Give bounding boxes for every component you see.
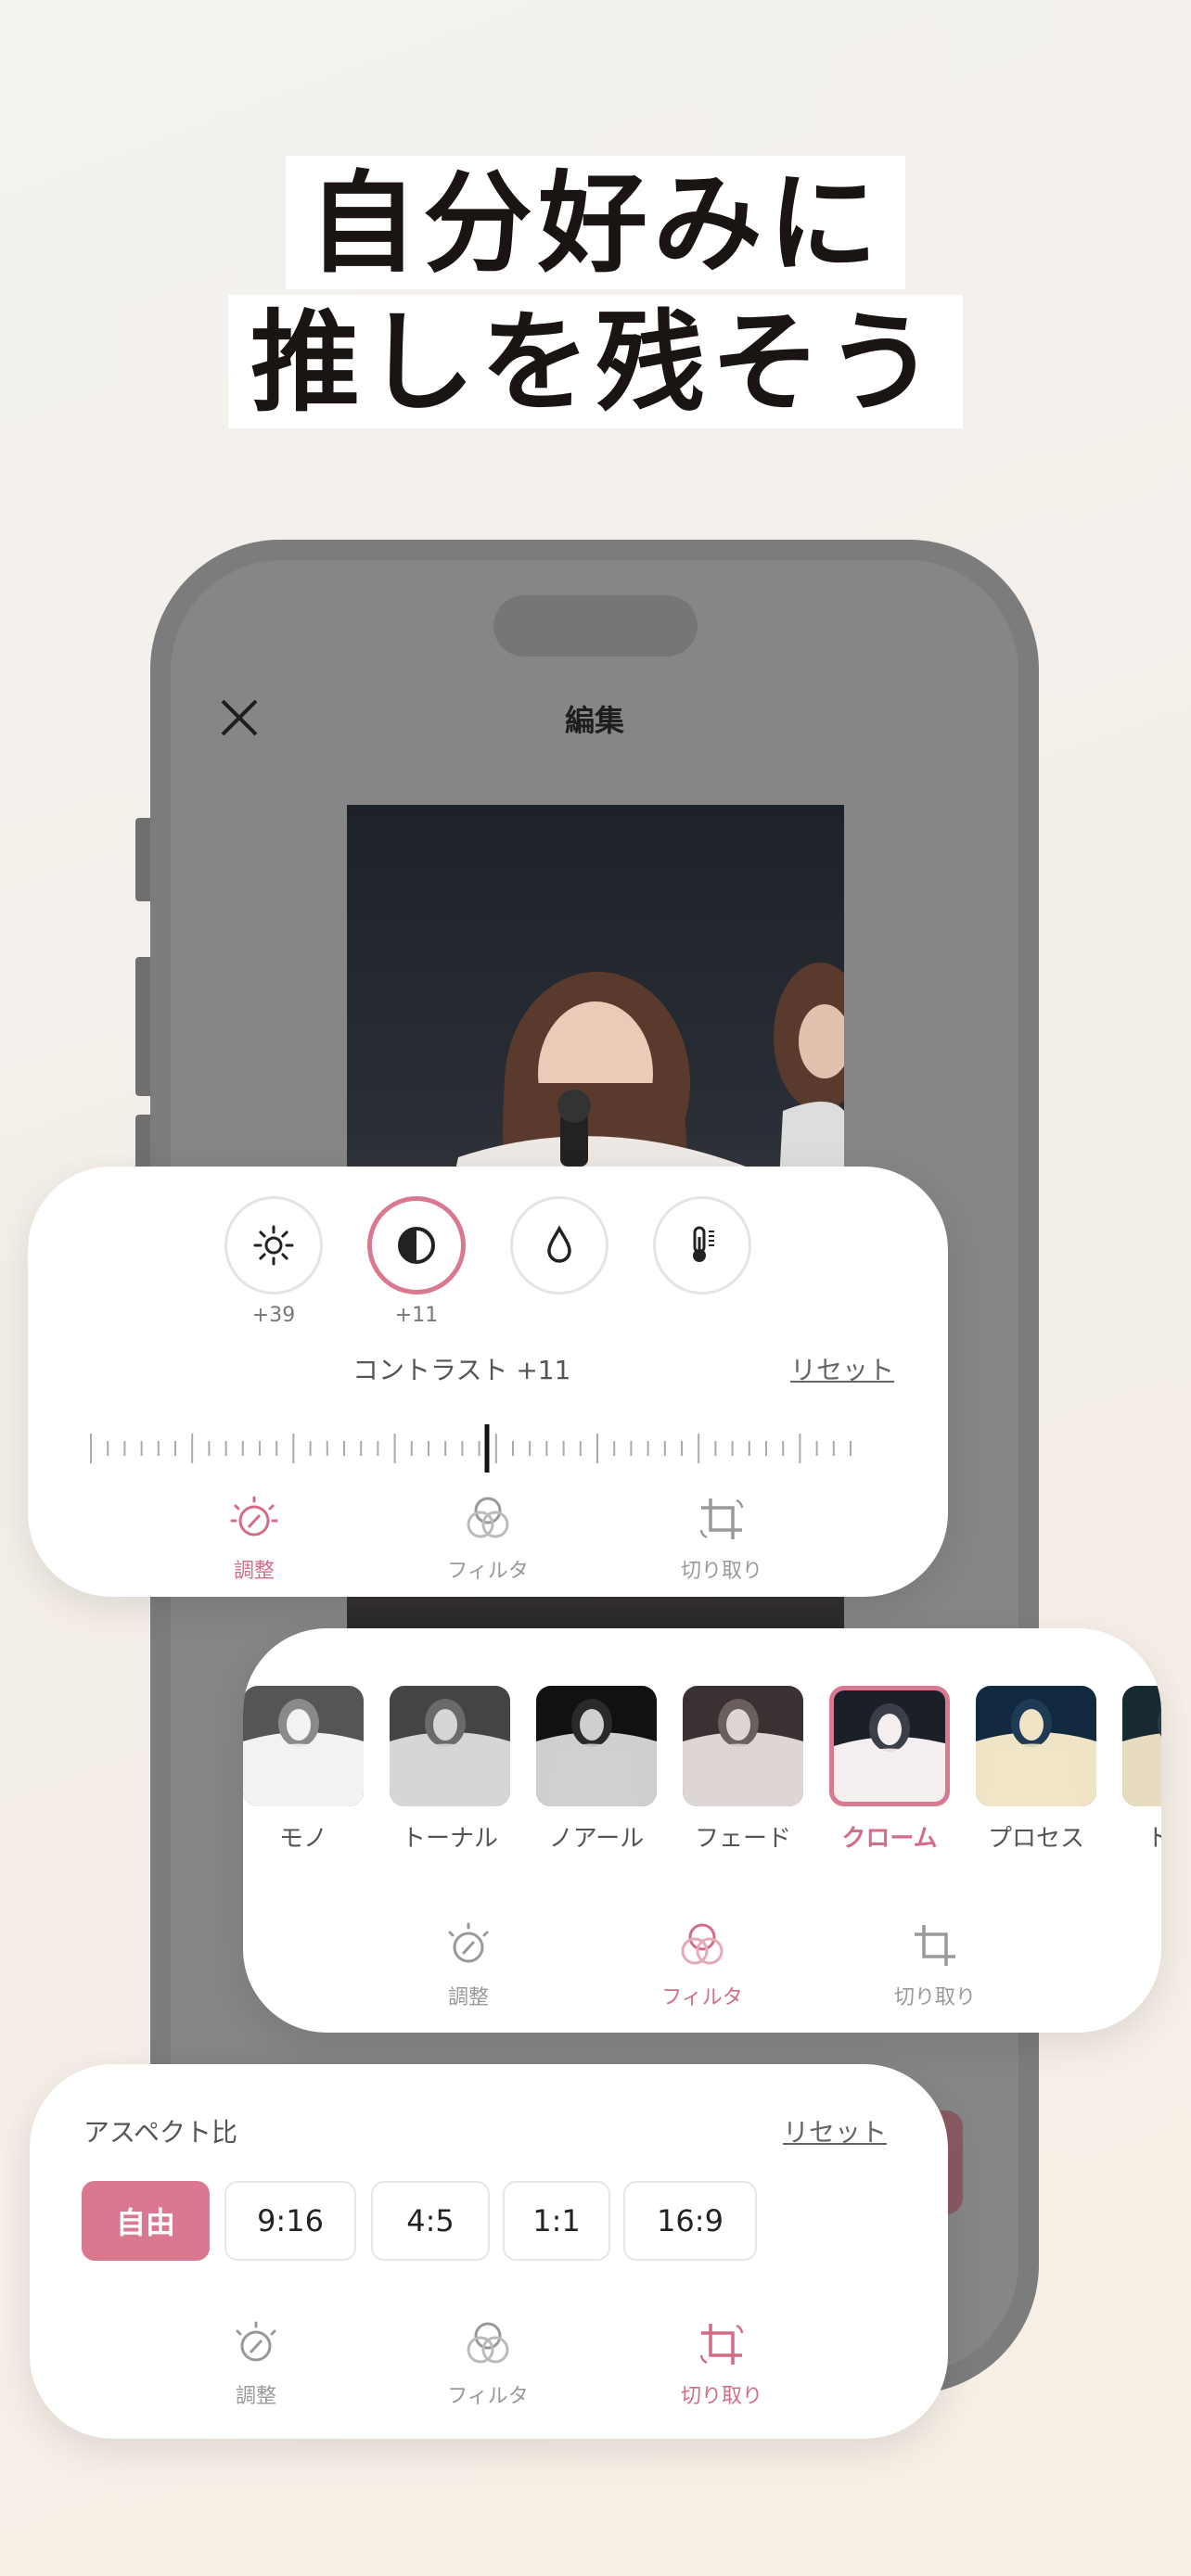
adjust-dial-icon xyxy=(236,2321,276,2362)
tab-crop-3[interactable]: 切り取り xyxy=(647,2318,796,2409)
filter-preview-image xyxy=(976,1686,1096,1806)
brightness-icon xyxy=(253,1225,294,1266)
ratio-16-9-button[interactable]: 16:9 xyxy=(623,2181,757,2261)
close-icon[interactable] xyxy=(219,697,260,738)
contrast-value: +11 xyxy=(394,1304,439,1327)
adjust-reset-button[interactable]: リセット xyxy=(790,1350,894,1387)
editor-title: 編集 xyxy=(564,703,624,738)
filter-preview-image xyxy=(1122,1686,1161,1806)
tab-filter-label: フィルタ xyxy=(661,1986,743,2009)
filter-thumbnail[interactable] xyxy=(390,1686,510,1806)
filter-thumbnail[interactable] xyxy=(243,1686,364,1806)
phone-volume-up xyxy=(135,957,150,1096)
brightness-value: +39 xyxy=(251,1304,296,1327)
filter-name-label: トーナル xyxy=(401,1825,498,1853)
filter-strip-track: モノ トーナル ノアール フェード クローム プロセス トラン xyxy=(243,1628,1161,1906)
crop-rotate-icon xyxy=(699,1498,744,1539)
headline-line-2-wrap: 推しを残そう xyxy=(0,295,1191,428)
filter-circles-icon xyxy=(681,1923,724,1965)
aspect-ratio-label: アスペクト比 xyxy=(83,2117,238,2148)
tab-adjust-label: 調整 xyxy=(233,1560,275,1583)
tab-filter[interactable]: フィルタ xyxy=(414,1493,562,1584)
filter-name-label: クローム xyxy=(841,1825,938,1853)
tab-filter-2[interactable]: フィルタ xyxy=(628,1919,776,2010)
adjust-dial-icon xyxy=(448,1922,489,1963)
ratio-free-button[interactable]: 自由 xyxy=(82,2181,210,2261)
headline-line-1: 自分好みに xyxy=(285,156,905,289)
ratio-1-1-button[interactable]: 1:1 xyxy=(503,2181,610,2261)
brightness-tool[interactable] xyxy=(224,1196,323,1294)
filter-preview-image xyxy=(683,1686,803,1806)
saturation-tool[interactable] xyxy=(510,1196,608,1294)
filter-name-label: モノ xyxy=(278,1825,327,1853)
tab-crop-label: 切り取り xyxy=(680,2385,762,2408)
tab-filter-3[interactable]: フィルタ xyxy=(414,2318,562,2409)
tab-filter-label: フィルタ xyxy=(447,1560,529,1583)
filter-name-label: フェード xyxy=(694,1825,791,1853)
slider-label: コントラスト +11 xyxy=(352,1355,571,1385)
filter-preview-image xyxy=(536,1686,657,1806)
contrast-icon xyxy=(398,1227,435,1264)
phone-side-button xyxy=(135,818,150,901)
tab-adjust[interactable]: 調整 xyxy=(180,1493,328,1584)
adjust-dial-icon xyxy=(230,1496,278,1537)
filter-thumbnail[interactable] xyxy=(976,1686,1096,1806)
filter-name-label: プロセス xyxy=(987,1825,1084,1853)
dynamic-island xyxy=(493,595,698,657)
filter-thumbnail[interactable] xyxy=(829,1686,950,1806)
ratio-4-5-button[interactable]: 4:5 xyxy=(371,2181,490,2261)
filter-name-label: トラン xyxy=(1146,1825,1161,1853)
filter-preview-image xyxy=(390,1686,510,1806)
crop-rotate-icon xyxy=(699,2324,744,2365)
tab-crop-label: 切り取り xyxy=(680,1560,762,1583)
tab-adjust-label: 調整 xyxy=(235,2385,276,2408)
contrast-tool[interactable] xyxy=(367,1196,466,1294)
crop-rotate-icon xyxy=(915,1925,955,1966)
ratio-9-16-button[interactable]: 9:16 xyxy=(224,2181,356,2261)
value-slider[interactable] xyxy=(83,1421,863,1476)
filter-circles-icon xyxy=(467,2322,509,2364)
filter-thumbnail[interactable] xyxy=(1122,1686,1161,1806)
headline-line-2: 推しを残そう xyxy=(227,295,963,428)
filter-thumbnail[interactable] xyxy=(536,1686,657,1806)
tab-adjust-label: 調整 xyxy=(447,1986,489,2009)
temperature-icon xyxy=(693,1226,714,1262)
tab-crop[interactable]: 切り取り xyxy=(647,1493,796,1584)
filter-preview-image xyxy=(834,1690,945,1802)
tab-adjust-2[interactable]: 調整 xyxy=(394,1919,543,2010)
saturation-drop-icon xyxy=(547,1225,571,1263)
headline-line-1-wrap: 自分好みに xyxy=(0,156,1191,289)
temperature-tool[interactable] xyxy=(653,1196,751,1294)
filter-thumbnail[interactable] xyxy=(683,1686,803,1806)
filter-strip: モノ トーナル ノアール フェード クローム プロセス トラン xyxy=(243,1628,1161,1906)
crop-reset-button[interactable]: リセット xyxy=(783,2112,887,2149)
tab-adjust-3[interactable]: 調整 xyxy=(182,2318,330,2409)
tab-filter-label: フィルタ xyxy=(447,2385,529,2408)
filter-preview-image xyxy=(243,1686,364,1806)
filter-circles-icon xyxy=(467,1497,509,1538)
filter-name-label: ノアール xyxy=(548,1825,645,1853)
tab-crop-2[interactable]: 切り取り xyxy=(861,1919,1009,2010)
tab-crop-label: 切り取り xyxy=(893,1986,976,2009)
